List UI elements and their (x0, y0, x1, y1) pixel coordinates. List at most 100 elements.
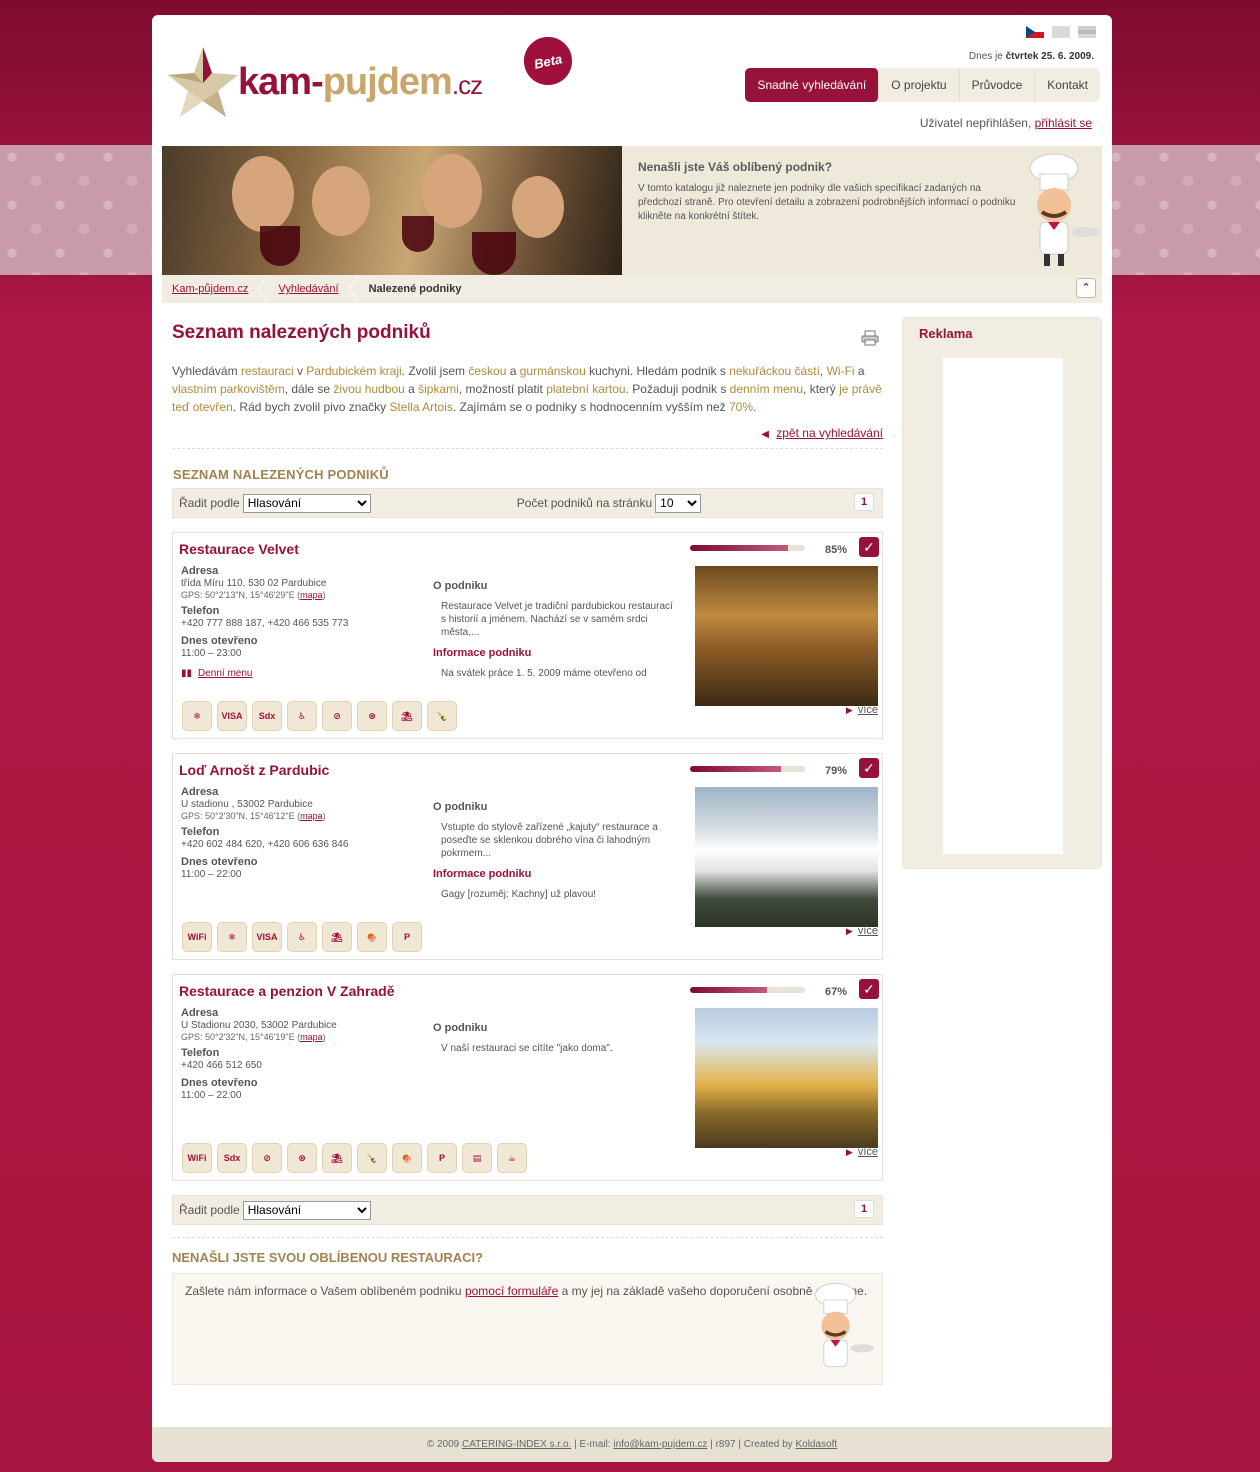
gps-line: GPS: 50°2'32"N, 15°46'19"E (mapa) (181, 1032, 326, 1042)
hours-value: 11:00 – 22:00 (181, 1090, 242, 1101)
snowflake-icon: ❄ (217, 922, 247, 952)
daily-menu-link[interactable]: Denní menu (198, 668, 252, 679)
favourite-form-link[interactable]: pomocí formuláře (465, 1284, 558, 1298)
more-link-wrap: ▶ více (846, 1146, 878, 1158)
meat-icon: 🍖 (392, 1143, 422, 1173)
summary-text: . Zajímám se o podniky s hodnocenním vyš… (452, 400, 729, 414)
address-label: Adresa (181, 786, 219, 798)
hours-value: 11:00 – 22:00 (181, 869, 242, 880)
site-logo[interactable]: kam-pujdem.cz Beta (168, 32, 577, 125)
map-link[interactable]: mapa (300, 1032, 323, 1042)
czech-flag-icon[interactable] (1026, 26, 1044, 38)
current-date: Dnes je čtvrtek 25. 6. 2009. (969, 51, 1094, 62)
hours-label: Dnes otevřeno (181, 856, 258, 868)
venue-card[interactable]: Restaurace Velvet 85% ✓ Adresa třída Míru 11… (172, 532, 883, 739)
rating-fill (690, 766, 781, 772)
footer-email-label: | E-mail: (574, 1439, 611, 1450)
rating-fill (690, 545, 788, 551)
venue-about: O podniku V naší restauraci se cítíte "ja… (433, 1022, 673, 1055)
summary-highlight: Pardubickém kraji (306, 364, 402, 378)
pagination-page-1-bottom[interactable]: 1 (854, 1200, 874, 1218)
wine-glass-3 (472, 232, 516, 275)
main-content: Seznam nalezených podniků Vyhledávám res… (172, 310, 883, 1385)
venue-name[interactable]: Restaurace Velvet (179, 541, 299, 557)
arrow-right-icon: ▶ (845, 1147, 853, 1157)
address-label: Adresa (181, 565, 219, 577)
breadcrumb-item-current: Nalezené podniky (368, 283, 462, 295)
wine-glass-1 (260, 226, 300, 266)
sort-label-bottom: Řadit podle (179, 1203, 240, 1217)
login-link[interactable]: přihlásit se (1035, 116, 1092, 130)
summary-highlight: 70% (728, 400, 754, 414)
more-link-wrap: ▶ více (846, 704, 878, 716)
venue-photo[interactable] (695, 1008, 878, 1148)
sort-select-bottom[interactable]: Hlasování (242, 1200, 371, 1220)
summary-text: , možností platit (458, 382, 547, 396)
per-page-label: Počet podniků na stránku (516, 496, 653, 510)
breadcrumb: Kam-půjdem.cz Vyhledávání Nalezené podni… (162, 275, 1102, 303)
map-link[interactable]: mapa (300, 811, 323, 821)
breadcrumb-link-home[interactable]: Kam-půjdem.cz (172, 283, 248, 295)
more-link[interactable]: více (858, 704, 878, 716)
summary-text: . Požaduji podnik s (625, 382, 730, 396)
about-label: O podniku (433, 801, 488, 813)
venue-contact-info: Adresa třída Míru 110, 530 02 Pardubice GP… (181, 565, 421, 679)
breadcrumb-link-search[interactable]: Vyhledávání (278, 283, 338, 295)
summary-text: Vyhledávám (172, 364, 241, 378)
phone-label: Telefon (181, 826, 220, 838)
per-page-select[interactable]: 10 (655, 493, 702, 513)
venue-name[interactable]: Restaurace a penzion V Zahradě (179, 983, 395, 999)
ad-placeholder[interactable] (943, 358, 1063, 854)
sort-select[interactable]: Hlasování (242, 493, 371, 513)
german-flag-icon[interactable] (1078, 26, 1096, 38)
venue-card[interactable]: Restaurace a penzion V Zahradě 67% ✓ Adresa… (172, 974, 883, 1181)
footer-company-link[interactable]: CATERING-INDEX s.r.o. (462, 1439, 571, 1450)
wifi-icon: WiFi (182, 922, 212, 952)
nav-about-project[interactable]: O projektu (879, 68, 960, 102)
venue-name[interactable]: Loď Arnošt z Pardubic (179, 762, 329, 778)
back-to-search-link[interactable]: zpět na vyhledávání (776, 426, 883, 440)
phone-value: +420 466 512 650 (181, 1060, 262, 1071)
banner-text-panel: Nenašli jste Váš oblíbený podnik? V tomt… (622, 146, 1102, 275)
english-flag-icon[interactable] (1052, 26, 1070, 38)
nav-easy-search[interactable]: Snadné vyhledávání (745, 68, 880, 102)
sort-label: Řadit podle (179, 496, 240, 510)
nav-guide[interactable]: Průvodce (960, 68, 1036, 102)
logo-dash: - (311, 61, 324, 103)
nav-contact[interactable]: Kontakt (1035, 68, 1100, 102)
main-navigation: Snadné vyhledávání O projektu Průvodce K… (745, 68, 1100, 102)
more-link[interactable]: více (858, 925, 878, 937)
info-text: Na svátek práce 1. 5. 2009 máme otevřeno… (441, 668, 647, 679)
map-link[interactable]: mapa (300, 590, 323, 600)
date-prefix: Dnes je (968, 51, 1003, 62)
meat-icon: 🍖 (357, 922, 387, 952)
venue-card[interactable]: Loď Arnošt z Pardubic 79% ✓ Adresa U stadion… (172, 753, 883, 960)
list-heading: SEZNAM NALEZENÝCH PODNIKŮ (173, 467, 389, 482)
print-icon[interactable] (861, 330, 879, 346)
venue-about: O podniku Vstupte do stylově zařízené „ka… (433, 801, 673, 901)
venue-photo[interactable] (695, 787, 878, 927)
date-value: čtvrtek 25. 6. 2009. (1005, 51, 1094, 62)
venue-photo[interactable] (695, 566, 878, 706)
beta-badge: Beta (519, 32, 577, 90)
site-footer: © 2009 CATERING-INDEX s.r.o. | E-mail: i… (152, 1427, 1112, 1462)
parking-icon: P (392, 922, 422, 952)
logo-cz: .cz (451, 70, 483, 100)
checkmark-icon[interactable]: ✓ (859, 537, 879, 557)
footer-author-link[interactable]: Koldasoft (795, 1439, 837, 1450)
breadcrumb-item-search: Vyhledávání (268, 275, 359, 303)
pagination-page-1[interactable]: 1 (854, 493, 874, 511)
checkmark-icon[interactable]: ✓ (859, 758, 879, 778)
summary-highlight: živou hudbou (333, 382, 405, 396)
no-smoking-circle-icon: ⊗ (287, 1143, 317, 1173)
summary-text: , (819, 364, 827, 378)
more-link[interactable]: více (858, 1146, 878, 1158)
phone-value: +420 602 484 620, +420 606 636 846 (181, 839, 349, 850)
checkmark-icon[interactable]: ✓ (859, 979, 879, 999)
about-text: V naší restauraci se cítíte "jako doma". (441, 1043, 613, 1054)
footer-email-link[interactable]: info@kam-pujdem.cz (613, 1439, 707, 1450)
scroll-up-icon[interactable]: ⌃ (1076, 278, 1096, 298)
terrace-icon: ⛱ (322, 1143, 352, 1173)
back-to-search: ◀ zpět na vyhledávání (172, 426, 883, 449)
sidebar-title: Reklama (919, 326, 973, 341)
